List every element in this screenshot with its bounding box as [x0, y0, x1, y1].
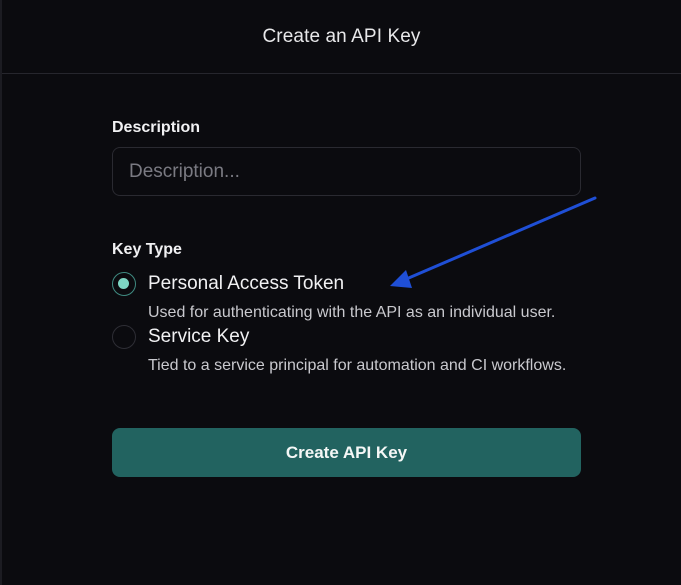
- service-key-radio[interactable]: [112, 325, 136, 349]
- description-input[interactable]: [112, 147, 581, 196]
- option-personal-access-token[interactable]: Personal Access Token Used for authentic…: [112, 272, 582, 323]
- personal-access-token-radio[interactable]: [112, 272, 136, 296]
- dialog-content: Description Key Type Personal Access Tok…: [112, 118, 582, 477]
- service-key-title: Service Key: [148, 326, 250, 347]
- create-api-key-button[interactable]: Create API Key: [112, 428, 581, 477]
- key-type-label: Key Type: [112, 241, 182, 258]
- personal-access-token-title: Personal Access Token: [148, 273, 345, 294]
- option-service-key[interactable]: Service Key Tied to a service principal …: [112, 325, 582, 376]
- personal-access-token-description: Used for authenticating with the API as …: [148, 304, 556, 321]
- dialog-title: Create an API Key: [262, 25, 421, 47]
- service-key-description: Tied to a service principal for automati…: [148, 357, 567, 374]
- dialog-header: Create an API Key: [2, 0, 681, 74]
- create-api-key-dialog: Create an API Key Description Key Type P…: [0, 0, 681, 585]
- description-label: Description: [112, 119, 201, 136]
